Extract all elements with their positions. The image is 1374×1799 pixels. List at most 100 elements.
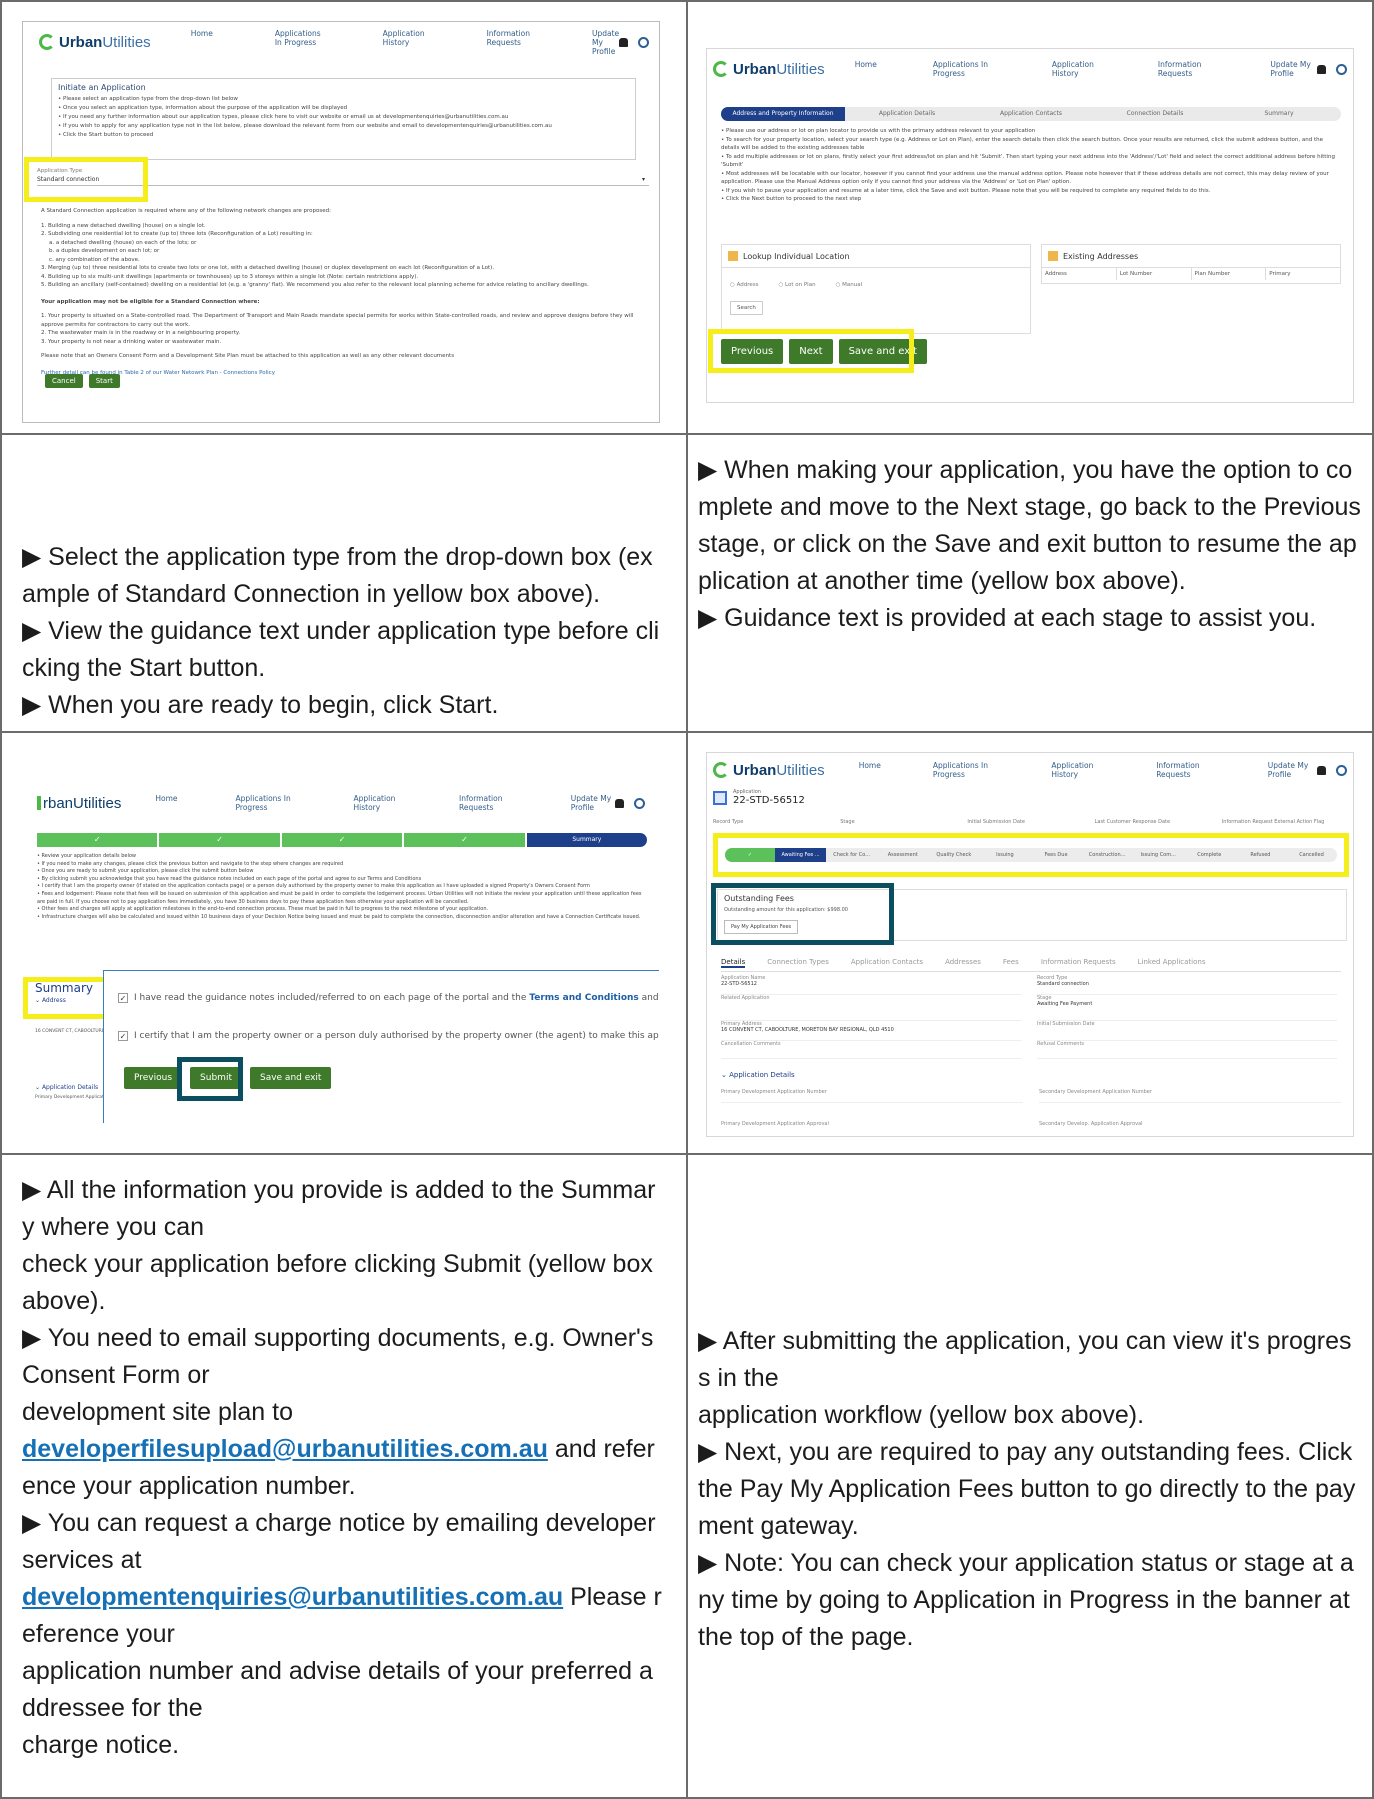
column-header[interactable]: Primary — [1266, 268, 1340, 280]
guidance-bullet: • Other fees and charges will apply at a… — [37, 906, 489, 913]
nav-applications[interactable]: Applications In Progress — [933, 761, 1000, 779]
nav-history[interactable]: Application History — [354, 794, 402, 812]
nav-profile[interactable]: Update My Profile — [1268, 761, 1317, 779]
existing-header: Existing Addresses — [1042, 245, 1340, 267]
instructions-step-2: ▶ When making your application, you have… — [698, 452, 1362, 637]
checkbox-checked[interactable]: ✓ — [118, 1031, 128, 1041]
step[interactable]: Connection Details — [1093, 107, 1217, 121]
check-icon: ✓ — [461, 835, 468, 844]
application-details-fields: Primary Development Application Number S… — [721, 1089, 1341, 1127]
radio-lot-on-plan[interactable]: ○ Lot on Plan — [778, 282, 815, 288]
tab-application-contacts[interactable]: Application Contacts — [851, 958, 923, 968]
nav-home[interactable]: Home — [859, 761, 881, 779]
guidance-bullet: • I certify that I am the property owner… — [37, 883, 590, 890]
tab-connection-types[interactable]: Connection Types — [767, 958, 829, 968]
logo: Urban Utilities — [713, 762, 825, 779]
step-complete[interactable]: ✓ — [402, 833, 525, 847]
list-item: c. any combination of the above. — [49, 256, 140, 263]
user-icon[interactable] — [1336, 764, 1347, 776]
nav-applications[interactable]: Applications In Progress — [236, 794, 296, 812]
list-item: 2. The wastewater main is in the roadway… — [41, 330, 241, 336]
guidance-bullet: • Please use our address or lot on plan … — [721, 128, 1036, 134]
step[interactable]: Summary — [1217, 107, 1341, 121]
user-icon[interactable] — [1336, 63, 1347, 75]
nav-menu: Home Applications In Progress Applicatio… — [191, 29, 619, 56]
instruction: ▶ Next, you are required to pay any outs… — [698, 1438, 1356, 1540]
radio-manual[interactable]: ○ Manual — [836, 282, 863, 288]
bell-icon[interactable] — [1317, 765, 1326, 775]
bell-icon[interactable] — [1317, 64, 1326, 74]
list-item: 1. Your property is situated on a State-… — [41, 313, 634, 328]
lookup-panel: Lookup Individual Location ○ Address ○ L… — [721, 244, 1031, 334]
nav-home[interactable]: Home — [191, 29, 213, 56]
step-complete[interactable]: ✓ — [157, 833, 280, 847]
nav-profile[interactable]: Update My Profile — [592, 29, 619, 56]
meta-label: Last Customer Response Date — [1094, 819, 1171, 825]
nav-info-requests[interactable]: Information Requests — [487, 29, 530, 56]
nav-history[interactable]: Application History — [1052, 60, 1102, 78]
development-enquiries-email-link[interactable]: developmentenquiries@urbanutilities.com.… — [22, 1583, 563, 1611]
user-icon[interactable] — [638, 36, 650, 48]
step-active[interactable]: Summary — [524, 833, 648, 847]
tab-addresses[interactable]: Addresses — [945, 958, 981, 968]
nav-history[interactable]: Application History — [383, 29, 425, 56]
step-complete[interactable]: ✓ — [279, 833, 403, 847]
instruction: application number and advise details of… — [22, 1657, 653, 1722]
guidance-bullet: • If you need any further information ab… — [58, 114, 509, 120]
guidance-bullets: • Review your application details below … — [37, 853, 647, 921]
start-actions: Cancel Start — [45, 374, 120, 388]
column-header[interactable]: Lot Number — [1117, 268, 1192, 280]
list-item: 3. Your property is not near a drinking … — [41, 338, 222, 345]
nav-applications[interactable]: Applications In Progress — [275, 29, 321, 56]
radio-address[interactable]: ○ Address — [730, 282, 758, 288]
nav-history[interactable]: Application History — [1051, 761, 1104, 779]
instruction: developmentenquiries@urbanutilities.com.… — [22, 1583, 662, 1648]
step[interactable]: Application Contacts — [969, 107, 1093, 121]
guidance-intro: A Standard Connection application is req… — [41, 208, 331, 214]
instruction: ▶ You need to email supporting documents… — [22, 1324, 654, 1389]
field-label: Primary Development Application Approval — [721, 1121, 829, 1127]
tab-fees[interactable]: Fees — [1003, 958, 1019, 968]
list-item: 5. Building an ancillary (self-contained… — [41, 282, 589, 288]
nav-home[interactable]: Home — [855, 60, 877, 78]
developer-files-email-link[interactable]: developerfilesupload@urbanutilities.com.… — [22, 1435, 548, 1463]
column-header[interactable]: Plan Number — [1192, 268, 1267, 280]
tab-information-requests[interactable]: Information Requests — [1041, 958, 1116, 968]
search-type-radios: ○ Address ○ Lot on Plan ○ Manual — [722, 268, 1030, 294]
policy-link[interactable]: Further detail can be found in Table 2 o… — [41, 369, 641, 378]
nav-applications[interactable]: Applications In Progress — [933, 60, 996, 78]
bell-icon[interactable] — [615, 798, 624, 808]
instruction: ▶ When making your application, you have… — [698, 456, 1361, 595]
instruction: ▶ When you are ready to begin, click Sta… — [22, 691, 499, 719]
nav-home[interactable]: Home — [155, 794, 177, 812]
instruction: ▶ After submitting the application, you … — [698, 1327, 1352, 1392]
attachment-note: Please note that an Owners Consent Form … — [41, 353, 455, 359]
user-icon[interactable] — [634, 797, 645, 809]
meta-label: Initial Submission Date — [967, 819, 1025, 825]
tab-linked-applications[interactable]: Linked Applications — [1138, 958, 1206, 968]
step[interactable]: Application Details — [845, 107, 969, 121]
nav-info-requests[interactable]: Information Requests — [1156, 761, 1216, 779]
column-header[interactable]: Address — [1042, 268, 1117, 280]
cancel-button[interactable]: Cancel — [45, 374, 83, 388]
logo: Urban Utilities — [39, 34, 151, 51]
search-button[interactable]: Search — [730, 301, 763, 315]
nav-profile[interactable]: Update My Profile — [1270, 60, 1317, 78]
nav-info-requests[interactable]: Information Requests — [459, 794, 513, 812]
field: Related Application — [721, 995, 1021, 1021]
top-nav: Urban Utilities Home Applications In Prog… — [23, 22, 659, 62]
terms-link[interactable]: Terms and Conditions — [529, 993, 638, 1003]
step-complete[interactable]: ✓ — [37, 833, 158, 847]
nav-menu: Home Applications In Progress Applicatio… — [155, 794, 615, 812]
step-active[interactable]: Address and Property Information — [721, 107, 845, 121]
nav-profile[interactable]: Update My Profile — [571, 794, 615, 812]
field: Application Name 22-STD-56512 — [721, 975, 1021, 995]
tab-details[interactable]: Details — [721, 958, 746, 968]
bell-icon[interactable] — [619, 37, 629, 47]
previous-button[interactable]: Previous — [124, 1067, 183, 1089]
checkbox-checked[interactable]: ✓ — [118, 993, 128, 1003]
save-exit-button[interactable]: Save and exit — [249, 1067, 332, 1089]
start-button[interactable]: Start — [88, 374, 120, 388]
application-details-toggle[interactable]: ⌄ Application Details — [721, 1071, 795, 1079]
nav-info-requests[interactable]: Information Requests — [1158, 60, 1214, 78]
